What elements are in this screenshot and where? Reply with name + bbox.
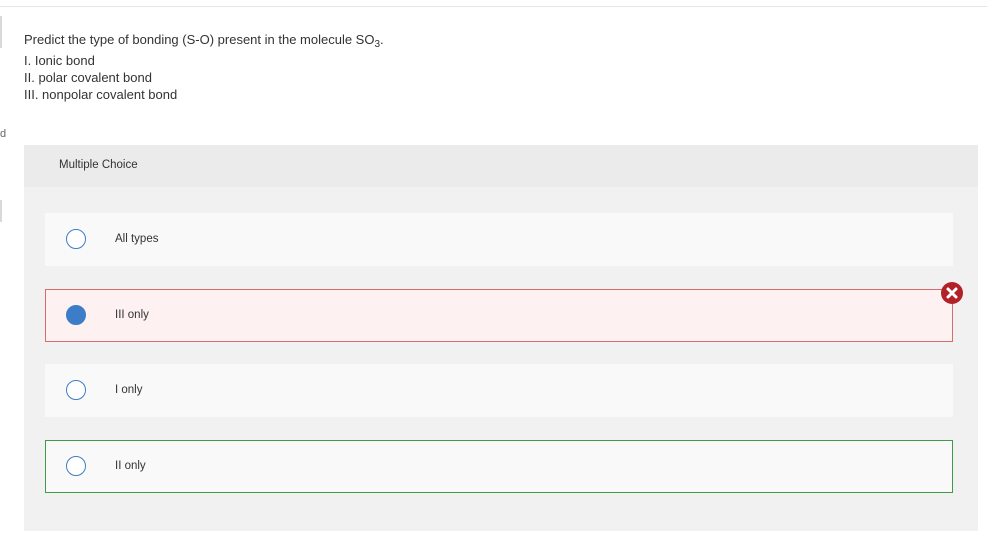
- question-stem: Predict the type of bonding (S-O) presen…: [24, 31, 924, 50]
- panel-header: Multiple Choice: [24, 145, 978, 187]
- radio-button[interactable]: [66, 456, 86, 476]
- statement-1: I. Ionic bond: [24, 53, 95, 68]
- option-ii-only[interactable]: II only: [45, 440, 953, 493]
- panel-header-label: Multiple Choice: [59, 159, 138, 171]
- question-stem-text: Predict the type of bonding (S-O) presen…: [24, 32, 375, 47]
- x-circle-icon: [941, 282, 963, 304]
- statement-3: III. nonpolar covalent bond: [24, 87, 178, 102]
- option-iii-only[interactable]: III only: [45, 289, 953, 342]
- question-stem-period: .: [380, 32, 384, 47]
- radio-button[interactable]: [66, 380, 86, 400]
- question-block: Predict the type of bonding (S-O) presen…: [24, 31, 924, 103]
- top-divider: [0, 6, 987, 7]
- left-edge-fragment: [0, 16, 2, 48]
- option-label: III only: [115, 309, 149, 321]
- statement-2: II. polar covalent bond: [24, 70, 152, 85]
- option-label: II only: [115, 460, 146, 472]
- option-label: I only: [115, 384, 143, 396]
- left-edge-letter: d: [0, 128, 7, 140]
- option-i-only[interactable]: I only: [45, 364, 953, 417]
- option-label: All types: [115, 233, 159, 245]
- radio-button-selected[interactable]: [66, 305, 86, 325]
- option-all-types[interactable]: All types: [45, 213, 953, 266]
- left-edge-fragment: [0, 200, 2, 222]
- multiple-choice-panel: Multiple Choice All types III only I onl…: [24, 145, 978, 531]
- radio-button[interactable]: [66, 229, 86, 249]
